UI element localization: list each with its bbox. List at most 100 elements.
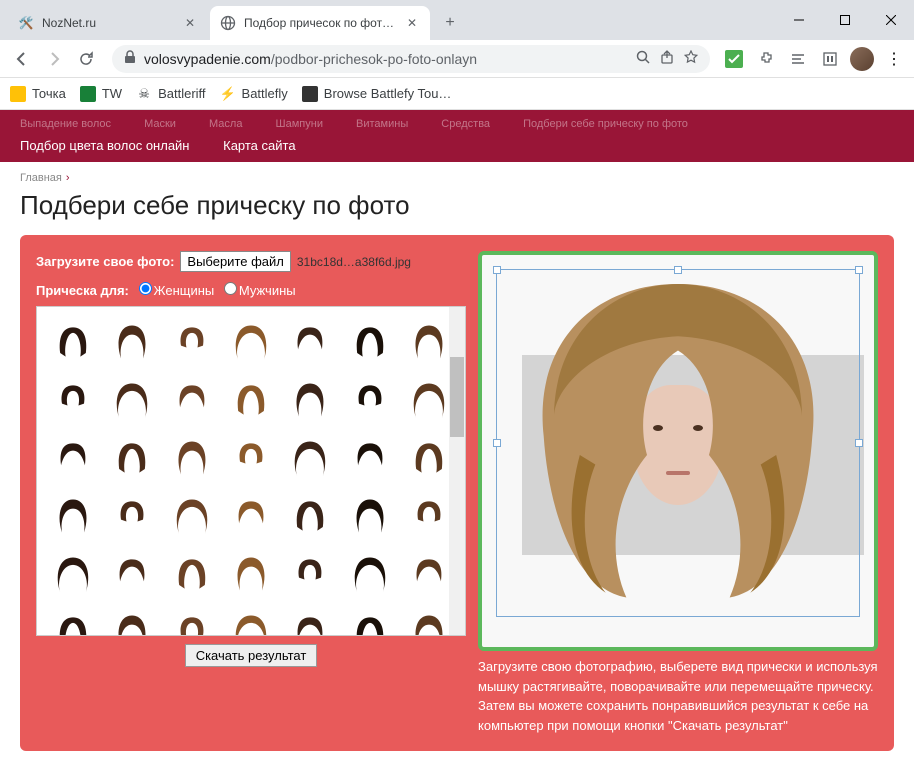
hairstyle-option[interactable] <box>104 315 159 369</box>
ext-media-icon[interactable] <box>818 47 842 71</box>
hairstyle-option[interactable] <box>342 605 397 636</box>
hairstyle-option[interactable] <box>283 373 338 427</box>
close-icon[interactable]: ✕ <box>404 15 420 31</box>
reload-button[interactable] <box>72 45 100 73</box>
download-button[interactable]: Скачать результат <box>185 644 318 667</box>
hairstyle-option[interactable] <box>104 489 159 543</box>
hairstyle-option[interactable] <box>342 315 397 369</box>
choose-file-button[interactable]: Выберите файл <box>180 251 290 272</box>
hairstyle-option[interactable] <box>164 605 219 636</box>
maximize-button[interactable] <box>822 0 868 40</box>
nav-link[interactable]: Витамины <box>356 118 408 130</box>
filename-text: 31bc18d…a38f6d.jpg <box>297 255 411 269</box>
resize-handle[interactable] <box>493 439 501 447</box>
close-icon[interactable]: ✕ <box>182 15 198 31</box>
hairstyle-option[interactable] <box>45 373 100 427</box>
close-button[interactable] <box>868 0 914 40</box>
tab-title: NozNet.ru <box>42 16 176 30</box>
url-domain: volosvypadenie.com <box>144 51 271 67</box>
breadcrumb-home[interactable]: Главная <box>20 172 62 184</box>
app-panel: Загрузите свое фото: Выберите файл 31bc1… <box>20 235 894 751</box>
hairstyle-option[interactable] <box>283 489 338 543</box>
star-icon[interactable] <box>684 50 698 67</box>
resize-handle[interactable] <box>493 266 501 274</box>
ext-list-icon[interactable] <box>786 47 810 71</box>
nav-link[interactable]: Средства <box>441 118 490 130</box>
back-button[interactable] <box>8 45 36 73</box>
nav-link[interactable]: Карта сайта <box>223 138 295 153</box>
hairstyle-option[interactable] <box>45 489 100 543</box>
hairstyle-option[interactable] <box>342 373 397 427</box>
extensions-icon[interactable] <box>754 47 778 71</box>
preview-area[interactable] <box>478 251 878 651</box>
share-icon[interactable] <box>660 50 674 67</box>
tab-noznet[interactable]: 🛠️ NozNet.ru ✕ <box>8 6 208 40</box>
hairstyle-option[interactable] <box>45 547 100 601</box>
ext-check-icon[interactable] <box>722 47 746 71</box>
hairstyle-option[interactable] <box>283 547 338 601</box>
hairstyle-option[interactable] <box>104 547 159 601</box>
browser-toolbar: volosvypadenie.com/podbor-prichesok-po-f… <box>0 40 914 78</box>
hairstyle-option[interactable] <box>164 315 219 369</box>
hairstyle-option[interactable] <box>164 547 219 601</box>
hairstyle-option[interactable] <box>45 605 100 636</box>
hairstyle-option[interactable] <box>283 431 338 485</box>
chevron-right-icon: › <box>66 172 70 184</box>
hairstyle-option[interactable] <box>223 431 278 485</box>
menu-icon[interactable]: ⋮ <box>882 47 906 71</box>
globe-icon <box>220 15 236 31</box>
hairstyle-option[interactable] <box>164 431 219 485</box>
new-tab-button[interactable]: + <box>436 9 464 37</box>
hairstyle-option[interactable] <box>223 489 278 543</box>
hairstyle-option[interactable] <box>342 431 397 485</box>
lock-icon <box>124 50 136 67</box>
radio-women[interactable] <box>139 282 152 295</box>
hairstyle-option[interactable] <box>45 431 100 485</box>
scrollbar-thumb[interactable] <box>450 357 464 437</box>
instructions-text: Загрузите свою фотографию, выберете вид … <box>478 657 878 735</box>
hairstyle-option[interactable] <box>283 605 338 636</box>
square-icon <box>10 86 26 102</box>
nav-link[interactable]: Масла <box>209 118 242 130</box>
nav-link[interactable]: Шампуни <box>276 118 323 130</box>
skull-icon: ☠ <box>136 86 152 102</box>
hairstyle-option[interactable] <box>342 489 397 543</box>
hairstyle-option[interactable] <box>223 315 278 369</box>
hairstyle-option[interactable] <box>342 547 397 601</box>
hairstyle-option[interactable] <box>104 431 159 485</box>
hairstyle-option[interactable] <box>223 547 278 601</box>
hairstyle-option[interactable] <box>223 605 278 636</box>
gender-selector: Прическа для: Женщины Мужчины <box>36 282 466 298</box>
resize-handle[interactable] <box>855 439 863 447</box>
hairstyle-option[interactable] <box>104 605 159 636</box>
search-icon[interactable] <box>636 50 650 67</box>
nav-link[interactable]: Выпадение волос <box>20 118 111 130</box>
radio-men[interactable] <box>224 282 237 295</box>
bookmark-battlefly[interactable]: ⚡Battlefly <box>220 86 288 102</box>
hairstyle-option[interactable] <box>164 373 219 427</box>
hairstyle-option[interactable] <box>283 315 338 369</box>
scrollbar[interactable] <box>449 307 465 635</box>
minimize-button[interactable] <box>776 0 822 40</box>
bookmark-battlefy-tour[interactable]: Browse Battlefy Tou… <box>302 86 452 102</box>
hairstyle-option[interactable] <box>223 373 278 427</box>
nav-link[interactable]: Подбор цвета волос онлайн <box>20 138 190 153</box>
hairstyle-gallery <box>36 306 466 636</box>
selection-box[interactable] <box>496 269 860 617</box>
page-title: Подбери себе прическу по фото <box>20 190 894 221</box>
nav-link[interactable]: Подбери себе прическу по фото <box>523 118 688 130</box>
bookmark-bar: Точка TW ☠Battleriff ⚡Battlefly Browse B… <box>0 78 914 110</box>
tab-hairstyle[interactable]: Подбор причесок по фото онла ✕ <box>210 6 430 40</box>
avatar[interactable] <box>850 47 874 71</box>
bookmark-battleriff[interactable]: ☠Battleriff <box>136 86 205 102</box>
nav-link[interactable]: Маски <box>144 118 176 130</box>
bookmark-tochka[interactable]: Точка <box>10 86 66 102</box>
hairstyle-option[interactable] <box>104 373 159 427</box>
resize-handle[interactable] <box>674 266 682 274</box>
bookmark-tw[interactable]: TW <box>80 86 122 102</box>
address-bar[interactable]: volosvypadenie.com/podbor-prichesok-po-f… <box>112 45 710 73</box>
hairstyle-option[interactable] <box>45 315 100 369</box>
resize-handle[interactable] <box>855 266 863 274</box>
forward-button[interactable] <box>40 45 68 73</box>
hairstyle-option[interactable] <box>164 489 219 543</box>
